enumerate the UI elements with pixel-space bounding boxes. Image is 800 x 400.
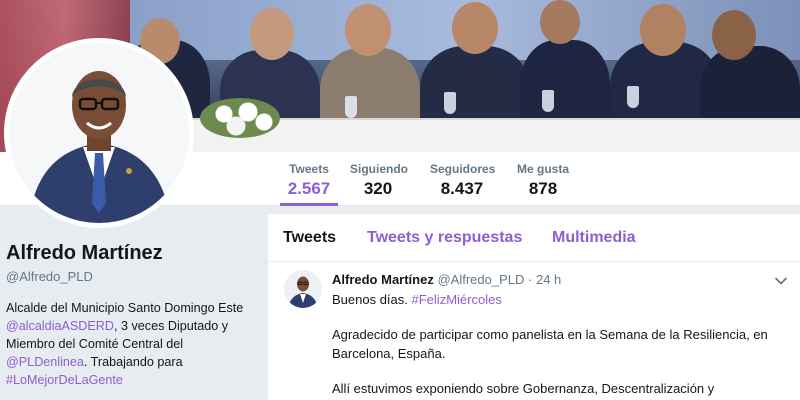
banner-person-head (345, 4, 391, 56)
tweet-author-name[interactable]: Alfredo Martínez (332, 272, 434, 287)
nav-following-label: Siguiendo (350, 162, 408, 176)
profile-bio: Alcalde del Municipio Santo Domingo Este… (6, 299, 262, 389)
avatar-portrait (9, 43, 189, 223)
nav-tweets-label: Tweets (289, 162, 329, 176)
banner-person-head (250, 8, 294, 60)
bio-text: . Trabajando para (83, 355, 183, 369)
tab-tweets-replies[interactable]: Tweets y respuestas (367, 229, 522, 247)
tweet-paragraph: Agradecido de participar como panelista … (332, 327, 768, 361)
banner-person-head (452, 2, 498, 54)
tweet-avatar-portrait (284, 270, 322, 308)
profile-page: Tweets 2.567 Siguiendo 320 Seguidores 8.… (0, 0, 800, 400)
nav-following[interactable]: Siguiendo 320 (350, 162, 408, 206)
avatar-photo (9, 43, 189, 223)
nav-tweets-count: 2.567 (287, 179, 331, 198)
tweet-body: Buenos días. #FelizMiércoles Agradecido … (332, 290, 800, 400)
tweet-greeting: Buenos días. (332, 292, 408, 307)
tweet-author-handle[interactable]: @Alfredo_PLD (437, 272, 524, 287)
banner-person-head (712, 10, 756, 60)
nav-tweets[interactable]: Tweets 2.567 (280, 162, 338, 206)
nav-likes-label: Me gusta (516, 162, 569, 176)
nav-followers[interactable]: Seguidores 8.437 (430, 162, 496, 206)
bio-link-alcaldia[interactable]: @alcaldiaASDERD (6, 319, 114, 333)
banner-flowers (200, 98, 280, 138)
tweet-timestamp[interactable]: 24 h (536, 272, 561, 287)
banner-glass (345, 96, 357, 118)
banner-table (190, 118, 800, 152)
profile-avatar[interactable] (4, 38, 194, 228)
profile-card: Alfredo Martínez @Alfredo_PLD Alcalde de… (0, 228, 268, 400)
nav-followers-count: 8.437 (440, 179, 484, 198)
banner-person-head (640, 4, 686, 56)
nav-likes[interactable]: Me gusta 878 (516, 162, 570, 206)
banner-glass (627, 86, 639, 108)
nav-followers-label: Seguidores (430, 162, 496, 176)
tweet-paragraph: Allí estuvimos exponiendo sobre Gobernan… (332, 381, 715, 396)
nav-following-count: 320 (363, 179, 393, 198)
timeline-tabs: Tweets Tweets y respuestas Multimedia (268, 214, 800, 262)
tweet-separator: · (528, 272, 533, 287)
tab-media[interactable]: Multimedia (552, 229, 636, 247)
profile-handle[interactable]: @Alfredo_PLD (6, 269, 262, 284)
bio-hashtag[interactable]: #LoMejorDeLaGente (6, 373, 123, 387)
banner-glass (542, 90, 554, 112)
tweet-avatar[interactable] (284, 270, 322, 308)
banner-glass (444, 92, 456, 114)
bio-link-pld[interactable]: @PLDenlinea (6, 355, 84, 369)
tweet-header: Alfredo Martínez @Alfredo_PLD · 24 h (332, 272, 800, 288)
nav-likes-count: 878 (528, 179, 558, 198)
tab-tweets[interactable]: Tweets (283, 229, 336, 247)
bio-text: Alcalde del Municipio Santo Domingo Este (6, 301, 244, 315)
profile-name[interactable]: Alfredo Martínez (6, 242, 262, 265)
tweet-item[interactable]: Alfredo Martínez @Alfredo_PLD · 24 h Bue… (268, 262, 800, 400)
chevron-down-icon[interactable] (774, 274, 788, 288)
timeline: Tweets Tweets y respuestas Multimedia Al… (268, 214, 800, 400)
tweet-paragraph: Buenos días. #FelizMiércoles (332, 290, 780, 309)
tweet-hashtag[interactable]: #FelizMiércoles (412, 292, 502, 307)
banner-person-head (540, 0, 580, 44)
